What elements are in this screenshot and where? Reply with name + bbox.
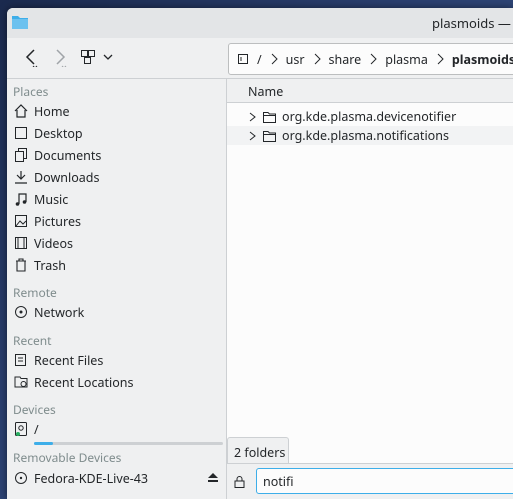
sidebar-item-label: Music (34, 190, 69, 208)
file-name: org.kde.plasma.devicenotifier (282, 108, 457, 125)
recent-header: Recent (13, 332, 52, 349)
sidebar-item-trash[interactable]: Trash (13, 255, 66, 275)
optical-drive-icon (13, 470, 29, 486)
breadcrumb-plasmoids[interactable]: plasmoids (452, 51, 513, 68)
chevron-left-icon (25, 49, 38, 67)
sidebar-item-recent-locations[interactable]: Recent Locations (13, 372, 134, 392)
sidebar-item-label: Network (34, 303, 85, 321)
recent-files-icon (13, 352, 29, 368)
breadcrumb-separator-icon (437, 53, 444, 65)
eject-icon[interactable] (207, 470, 219, 487)
sidebar-item-music[interactable]: Music (13, 189, 68, 209)
recent-locations-icon (13, 374, 29, 390)
sidebar-item-label: Desktop (34, 124, 83, 142)
status-label: 2 folders (227, 437, 289, 464)
sidebar-item-home[interactable]: Home (13, 101, 70, 121)
breadcrumb-separator-icon (271, 53, 278, 65)
places-panel: Places Home Desktop Documents Downloads … (7, 79, 227, 499)
breadcrumb-separator-icon (314, 53, 321, 65)
folder-icon (263, 111, 276, 123)
pictures-icon (13, 213, 29, 229)
window-title: plasmoids — Dolphin (432, 14, 513, 32)
sidebar-item-label: Trash (34, 256, 66, 274)
root-folder-icon (238, 54, 248, 64)
file-name: org.kde.plasma.notifications (282, 127, 449, 144)
view-split-icon (81, 50, 95, 64)
sidebar-item-fedora-live[interactable]: Fedora-KDE-Live-43 (13, 468, 219, 488)
sidebar-item-label: Fedora-KDE-Live-43 (34, 469, 149, 487)
file-view[interactable]: Name org.kde.plasma.devicenotifier org.k… (227, 79, 513, 499)
videos-icon (13, 235, 29, 251)
sidebar-item-documents[interactable]: Documents (13, 145, 101, 165)
filter-bar (227, 463, 513, 499)
places-header: Places (13, 83, 49, 100)
sidebar-item-downloads[interactable]: Downloads (13, 167, 99, 187)
sidebar-item-label: / (34, 420, 39, 438)
downloads-icon (13, 169, 29, 185)
breadcrumb[interactable]: / usr share plasma plasmoids (228, 43, 513, 75)
column-header-name[interactable]: Name (227, 79, 513, 103)
column-header-label: Name (248, 83, 284, 100)
network-icon (13, 304, 29, 320)
dolphin-window: plasmoids — Dolphin (7, 8, 513, 499)
expand-chevron-icon[interactable] (249, 131, 259, 141)
devices-header: Devices (13, 401, 56, 418)
trash-icon (13, 257, 29, 273)
sidebar-item-label: Home (34, 102, 70, 120)
sidebar-item-pictures[interactable]: Pictures (13, 211, 81, 231)
breadcrumb-separator-icon (370, 53, 377, 65)
sidebar-item-label: Pictures (34, 212, 81, 230)
sidebar-item-label: Downloads (34, 168, 100, 186)
chevron-right-icon (56, 49, 67, 67)
back-button[interactable] (18, 44, 44, 70)
breadcrumb-plasma[interactable]: plasma (385, 51, 428, 68)
filter-input[interactable] (256, 468, 513, 494)
sidebar-item-label: Documents (34, 146, 102, 164)
file-row[interactable]: org.kde.plasma.notifications (227, 126, 513, 145)
status-text: 2 folders (234, 444, 286, 461)
breadcrumb-usr[interactable]: usr (286, 51, 305, 68)
forward-button[interactable] (47, 44, 73, 70)
desktop-icon (13, 125, 29, 141)
sidebar-item-network[interactable]: Network (13, 302, 84, 322)
remote-header: Remote (13, 284, 57, 301)
dolphin-app-icon (12, 16, 28, 29)
sidebar-item-label: Videos (34, 234, 74, 252)
documents-icon (13, 147, 29, 163)
sidebar-item-recent-files[interactable]: Recent Files (13, 350, 103, 370)
sidebar-item-label: Recent Files (34, 351, 104, 369)
lock-icon[interactable] (234, 475, 245, 492)
toolbar: / usr share plasma plasmoids (7, 38, 513, 79)
breadcrumb-root[interactable]: / (257, 51, 262, 68)
folder-icon (263, 130, 276, 142)
breadcrumb-share[interactable]: share (329, 51, 362, 68)
expand-chevron-icon[interactable] (249, 112, 259, 122)
sidebar-item-desktop[interactable]: Desktop (13, 123, 83, 143)
removable-header: Removable Devices (13, 449, 122, 466)
title-bar[interactable]: plasmoids — Dolphin (7, 8, 513, 38)
disk-usage-bar (34, 442, 223, 445)
sidebar-item-root-drive[interactable]: / (13, 419, 39, 439)
disk-usage-fill (34, 442, 53, 445)
file-row[interactable]: org.kde.plasma.devicenotifier (227, 107, 513, 126)
chevron-down-icon (103, 54, 113, 60)
sidebar-item-label: Recent Locations (34, 373, 134, 391)
drive-icon (13, 421, 29, 437)
music-icon (13, 191, 29, 207)
sidebar-item-videos[interactable]: Videos (13, 233, 73, 253)
view-mode-button[interactable] (77, 44, 117, 70)
home-icon (13, 103, 29, 119)
